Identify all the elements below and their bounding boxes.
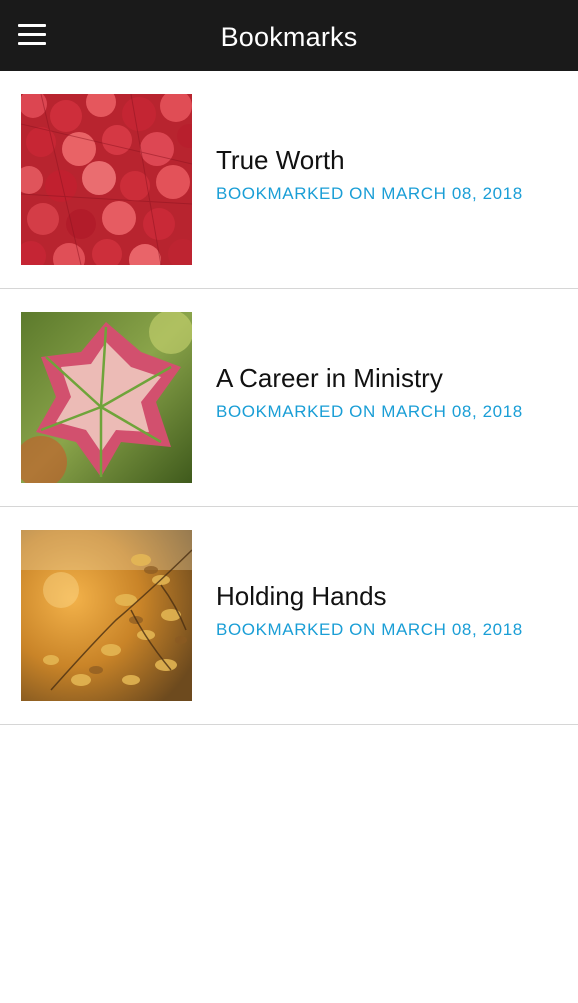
bookmark-date: BOOKMARKED ON MARCH 08, 2018 (216, 402, 523, 421)
page-title: Bookmarks (220, 22, 358, 52)
red-ivy-leaves-image (21, 94, 192, 265)
golden-autumn-branch-image (21, 530, 192, 701)
bookmark-list: True Worth BOOKMARKED ON MARCH 08, 2018 (0, 71, 578, 725)
bookmark-item[interactable]: True Worth BOOKMARKED ON MARCH 08, 2018 (0, 71, 578, 289)
hamburger-menu-icon[interactable] (18, 24, 46, 46)
bookmark-item[interactable]: Holding Hands BOOKMARKED ON MARCH 08, 20… (0, 507, 578, 725)
bookmark-date: BOOKMARKED ON MARCH 08, 2018 (216, 184, 523, 203)
bookmark-text: Holding Hands BOOKMARKED ON MARCH 08, 20… (216, 580, 523, 641)
bookmark-item[interactable]: A Career in Ministry BOOKMARKED ON MARCH… (0, 289, 578, 507)
autumn-vine-leaf-image (21, 312, 192, 483)
bookmark-title: Holding Hands (216, 581, 387, 611)
bookmark-date: BOOKMARKED ON MARCH 08, 2018 (216, 620, 523, 639)
bookmark-title: A Career in Ministry (216, 363, 443, 393)
bookmark-title: True Worth (216, 145, 345, 175)
app-header: Bookmarks (0, 0, 578, 71)
bookmarks-screen: Bookmarks True Worth BOOKMARKED ON MARCH… (0, 0, 578, 1003)
bookmark-text: True Worth BOOKMARKED ON MARCH 08, 2018 (216, 144, 523, 205)
bookmark-text: A Career in Ministry BOOKMARKED ON MARCH… (216, 362, 523, 423)
